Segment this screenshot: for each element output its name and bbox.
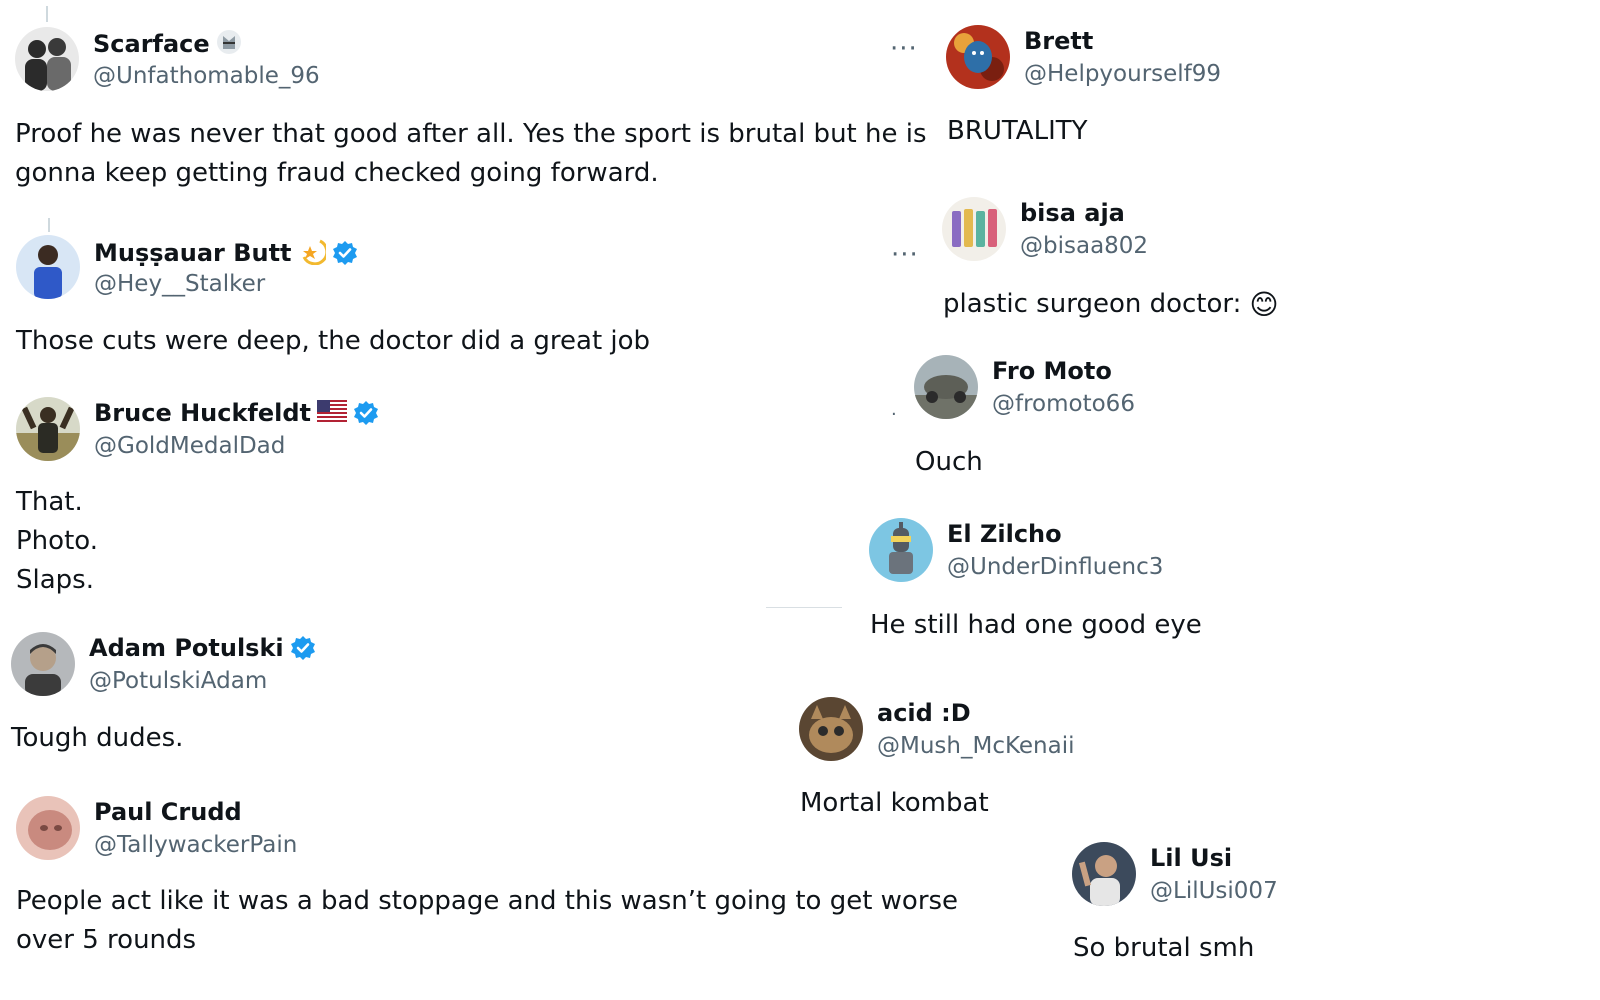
thread-line (48, 218, 50, 232)
reply-text-line: Slaps. (16, 565, 94, 595)
reply-text-line: over 5 rounds (16, 925, 197, 955)
user-handle[interactable]: @Hey__Stalker (94, 271, 265, 297)
sparkle-star-icon (298, 237, 328, 269)
reply-text-line: BRUTALITY (947, 116, 1088, 146)
verified-badge-icon (353, 400, 379, 426)
reply-text-line: Those cuts were deep, the doctor did a g… (16, 326, 651, 356)
user-handle[interactable]: @GoldMedalDad (94, 433, 285, 459)
verified-badge-icon (290, 635, 316, 661)
reply-text: plastic surgeon doctor: 😊 (943, 285, 1279, 324)
avatar[interactable] (946, 25, 1010, 89)
user-handle[interactable]: @bisaa802 (1020, 233, 1148, 259)
reply-tweet[interactable]: Brett @Helpyourself99 BRUTALITY (946, 25, 1566, 155)
reply-text-line: Tough dudes. (11, 723, 184, 753)
reply-text: Ouch (915, 443, 983, 482)
reply-text: People act like it was a bad stoppage an… (16, 882, 958, 960)
reply-tweet[interactable]: Adam Potulski @PotulskiAdam Tough dudes. (11, 632, 891, 762)
reply-tweet[interactable]: Muṣṣauar Butt @Hey__Stalker Those cuts w… (16, 235, 896, 365)
reply-text-line: He still had one good eye (870, 610, 1202, 640)
user-handle[interactable]: @PotulskiAdam (89, 668, 267, 694)
reply-text-line: plastic surgeon doctor: (943, 289, 1242, 319)
user-handle[interactable]: @UnderDinfluenc3 (947, 554, 1163, 580)
avatar[interactable] (799, 697, 863, 761)
avatar[interactable] (1072, 842, 1136, 906)
reply-text: Tough dudes. (11, 719, 183, 758)
display-name[interactable]: bisa aja (1020, 199, 1125, 227)
user-handle[interactable]: @Unfathomable_96 (93, 63, 320, 89)
display-name[interactable]: Fro Moto (992, 357, 1112, 385)
reply-tweet[interactable]: Lil Usi @LilUsi007 So brutal smh (1072, 842, 1572, 982)
display-name[interactable]: Scarface (93, 30, 210, 58)
reply-tweet[interactable]: acid :D @Mush_McKenaii Mortal kombat (799, 697, 1419, 827)
avatar[interactable] (16, 235, 80, 299)
reply-text: So brutal smh (1073, 929, 1254, 968)
avatar[interactable] (942, 197, 1006, 261)
reply-text-line: Mortal kombat (800, 788, 989, 818)
reply-text: BRUTALITY (947, 112, 1088, 151)
reply-text-line: People act like it was a bad stoppage an… (16, 886, 959, 916)
reply-tweet[interactable]: Paul Crudd @TallywackerPain People act l… (16, 796, 958, 971)
more-options-button[interactable]: · (891, 406, 898, 424)
reply-text-line: That. (16, 487, 83, 517)
avatar[interactable] (15, 27, 79, 91)
reply-tweet[interactable]: El Zilcho @UnderDinfluenc3 He still had … (869, 518, 1489, 648)
avatar[interactable] (16, 397, 80, 461)
reply-tweet[interactable]: bisa aja @bisaa802 plastic surgeon docto… (942, 197, 1562, 327)
display-name[interactable]: Lil Usi (1150, 844, 1232, 872)
display-name[interactable]: Paul Crudd (94, 798, 242, 826)
reply-text: Those cuts were deep, the doctor did a g… (16, 322, 650, 361)
display-name[interactable]: El Zilcho (947, 520, 1062, 548)
reply-text: He still had one good eye (870, 606, 1202, 645)
user-handle[interactable]: @fromoto66 (992, 391, 1135, 417)
reply-tweet[interactable]: Bruce Huckfeldt @GoldMedalDad That. Phot… (16, 397, 896, 597)
avatar[interactable] (16, 796, 80, 860)
avatar[interactable] (11, 632, 75, 696)
reply-text: That. Photo. Slaps. (16, 483, 98, 600)
reply-tweet[interactable]: Scarface @Unfathomable_96 Proof he was n… (15, 27, 927, 197)
divider (766, 607, 842, 608)
karate-gi-icon (216, 29, 242, 59)
avatar[interactable] (869, 518, 933, 582)
reply-tweet[interactable]: Fro Moto @fromoto66 Ouch (914, 355, 1534, 485)
reply-text-line: Photo. (16, 526, 98, 556)
us-flag-icon (317, 400, 348, 426)
user-handle[interactable]: @Helpyourself99 (1024, 61, 1221, 87)
reply-text-line: Proof he was never that good after all. … (15, 119, 927, 149)
reply-text: Mortal kombat (800, 784, 989, 823)
thread-line (46, 6, 48, 22)
more-options-button[interactable]: ··· (890, 36, 918, 62)
reply-text-line: Ouch (915, 447, 983, 477)
display-name[interactable]: Muṣṣauar Butt (94, 239, 292, 267)
display-name[interactable]: acid :D (877, 699, 971, 727)
display-name[interactable]: Brett (1024, 27, 1093, 55)
smiling-face-emoji-icon: 😊 (1249, 288, 1279, 321)
display-name[interactable]: Bruce Huckfeldt (94, 399, 311, 427)
display-name[interactable]: Adam Potulski (89, 634, 284, 662)
reply-text-line: gonna keep getting fraud checked going f… (15, 158, 659, 188)
user-handle[interactable]: @LilUsi007 (1150, 878, 1278, 904)
verified-badge-icon (332, 240, 358, 266)
user-handle[interactable]: @Mush_McKenaii (877, 733, 1075, 759)
avatar[interactable] (914, 355, 978, 419)
user-handle[interactable]: @TallywackerPain (94, 832, 297, 858)
reply-text-line: So brutal smh (1073, 933, 1255, 963)
reply-text: Proof he was never that good after all. … (15, 115, 927, 193)
more-options-button[interactable]: ··· (891, 242, 919, 268)
